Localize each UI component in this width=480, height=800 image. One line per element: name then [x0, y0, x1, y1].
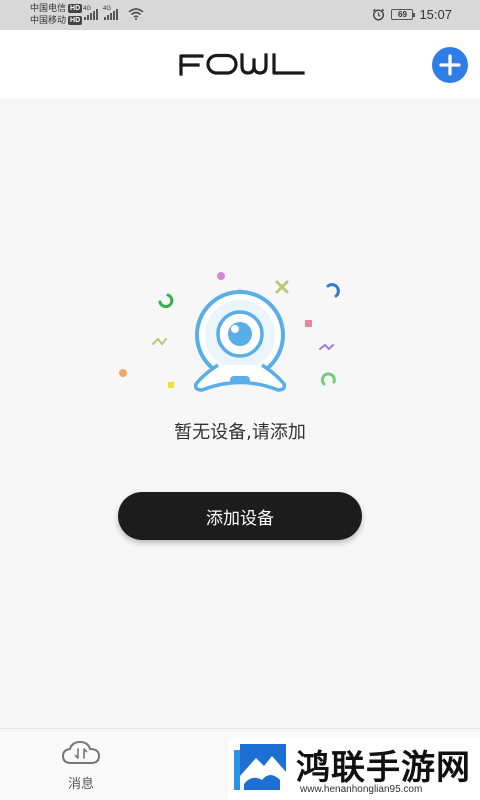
webcam-illustration: [119, 272, 340, 392]
hd-badge: HD: [68, 15, 83, 25]
confetti-dot: [217, 272, 225, 280]
confetti-square: [305, 320, 312, 327]
nav-item-label: 消息: [67, 777, 94, 792]
network-type: 4G: [83, 6, 92, 12]
plus-icon: [439, 54, 461, 76]
nav-item-messages[interactable]: 消息: [54, 739, 108, 795]
watermark-logo: [234, 744, 286, 794]
cloud-icon: [61, 740, 101, 764]
watermark-url: www.henanhonglian95.com: [300, 784, 423, 795]
status-time: 15:07: [419, 7, 452, 22]
confetti-dot: [119, 369, 127, 377]
confetti-square: [168, 382, 174, 388]
battery-icon: 69: [391, 9, 416, 20]
confetti-ring: [158, 293, 174, 309]
empty-state-message: 暂无设备,请添加: [174, 422, 306, 443]
signal-icon: 4G: [83, 6, 98, 20]
confetti-zigzag: [319, 343, 334, 351]
carrier-2: 中国移动: [30, 15, 67, 25]
app-header: [0, 30, 480, 98]
status-bar: 中国电信 HD 中国移动 HD 4G 4G 69 15:07: [0, 0, 480, 30]
signal-icon: 4G: [103, 6, 118, 20]
carrier-info: 中国电信 HD 中国移动 HD: [30, 2, 83, 26]
fowl-logo: [179, 53, 305, 76]
wifi-icon: [128, 8, 144, 20]
alarm-icon: [373, 8, 385, 21]
confetti-ring: [326, 283, 340, 298]
watermark: 鸿联手游网 www.henanhonglian95.com: [228, 738, 480, 800]
add-device-header-button[interactable]: [432, 47, 468, 83]
status-right: 69 15:07: [372, 7, 452, 22]
network-type: 4G: [103, 6, 112, 12]
add-device-button[interactable]: 添加设备: [118, 492, 362, 540]
hd-badge: HD: [68, 3, 83, 13]
confetti-ring: [320, 372, 336, 386]
watermark-title: 鸿联手游网: [296, 748, 471, 788]
webcam-icon: [193, 289, 287, 392]
confetti-zigzag: [152, 337, 167, 346]
confetti-cross: [275, 280, 289, 294]
signal-indicators: 4G 4G: [83, 6, 144, 20]
carrier-1: 中国电信: [30, 3, 67, 13]
